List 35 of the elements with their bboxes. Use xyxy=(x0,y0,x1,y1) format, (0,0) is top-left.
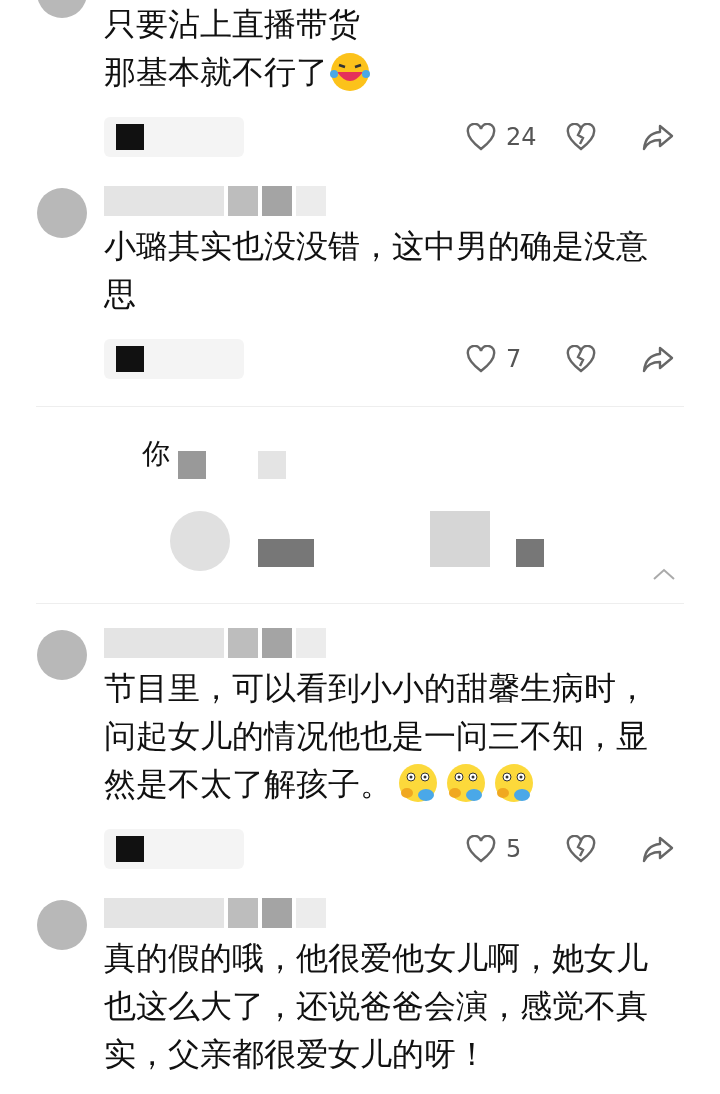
comment-text: 只要沾上直播带货 xyxy=(104,5,361,44)
blurred-name xyxy=(228,898,258,928)
blurred-avatar xyxy=(430,511,490,567)
blurred-name xyxy=(262,898,292,928)
share-icon[interactable] xyxy=(642,123,674,151)
heart-icon[interactable] xyxy=(466,345,496,373)
blurred-block xyxy=(516,539,544,567)
blurred-reply-link[interactable] xyxy=(104,117,244,157)
blurred-name xyxy=(262,186,292,216)
comment-text: 然是不太了解孩子。 xyxy=(104,765,392,804)
prompt-title: 你 xyxy=(142,436,170,472)
heart-icon[interactable] xyxy=(466,123,496,151)
blurred-block xyxy=(258,451,286,479)
blurred-block xyxy=(258,539,314,567)
blurred-reply-link[interactable] xyxy=(104,339,244,379)
broken-heart-icon[interactable] xyxy=(566,123,596,151)
like-count: 24 xyxy=(506,123,538,151)
like-count: 7 xyxy=(506,345,523,373)
laughing-emoji-icon xyxy=(328,52,372,92)
comment-text: 小璐其实也没没错，这中男的确是没意思 xyxy=(104,227,649,314)
heart-icon[interactable] xyxy=(466,835,496,863)
blurred-avatar xyxy=(170,511,230,571)
blurred-name xyxy=(262,628,292,658)
share-icon[interactable] xyxy=(642,345,674,373)
like-count: 5 xyxy=(506,835,523,863)
share-icon[interactable] xyxy=(642,835,674,863)
comment-text: 真的假的哦，他很爱他女儿啊，她女儿也这么大了，还说爸爸会演，感觉不真实，父亲都很爱女儿的呀！ xyxy=(104,939,649,1074)
blurred-name xyxy=(228,628,258,658)
broken-heart-icon[interactable] xyxy=(566,345,596,373)
comment-text: 节目里，可以看到小小的甜馨生病时，问起女儿的情况他也是一问三不知，显 xyxy=(104,669,649,756)
blurred-block xyxy=(178,451,206,479)
blurred-name xyxy=(228,186,258,216)
blurred-reply-link[interactable] xyxy=(104,829,244,869)
comment-text: 那基本就不行了 xyxy=(104,53,328,92)
broken-heart-icon[interactable] xyxy=(566,835,596,863)
